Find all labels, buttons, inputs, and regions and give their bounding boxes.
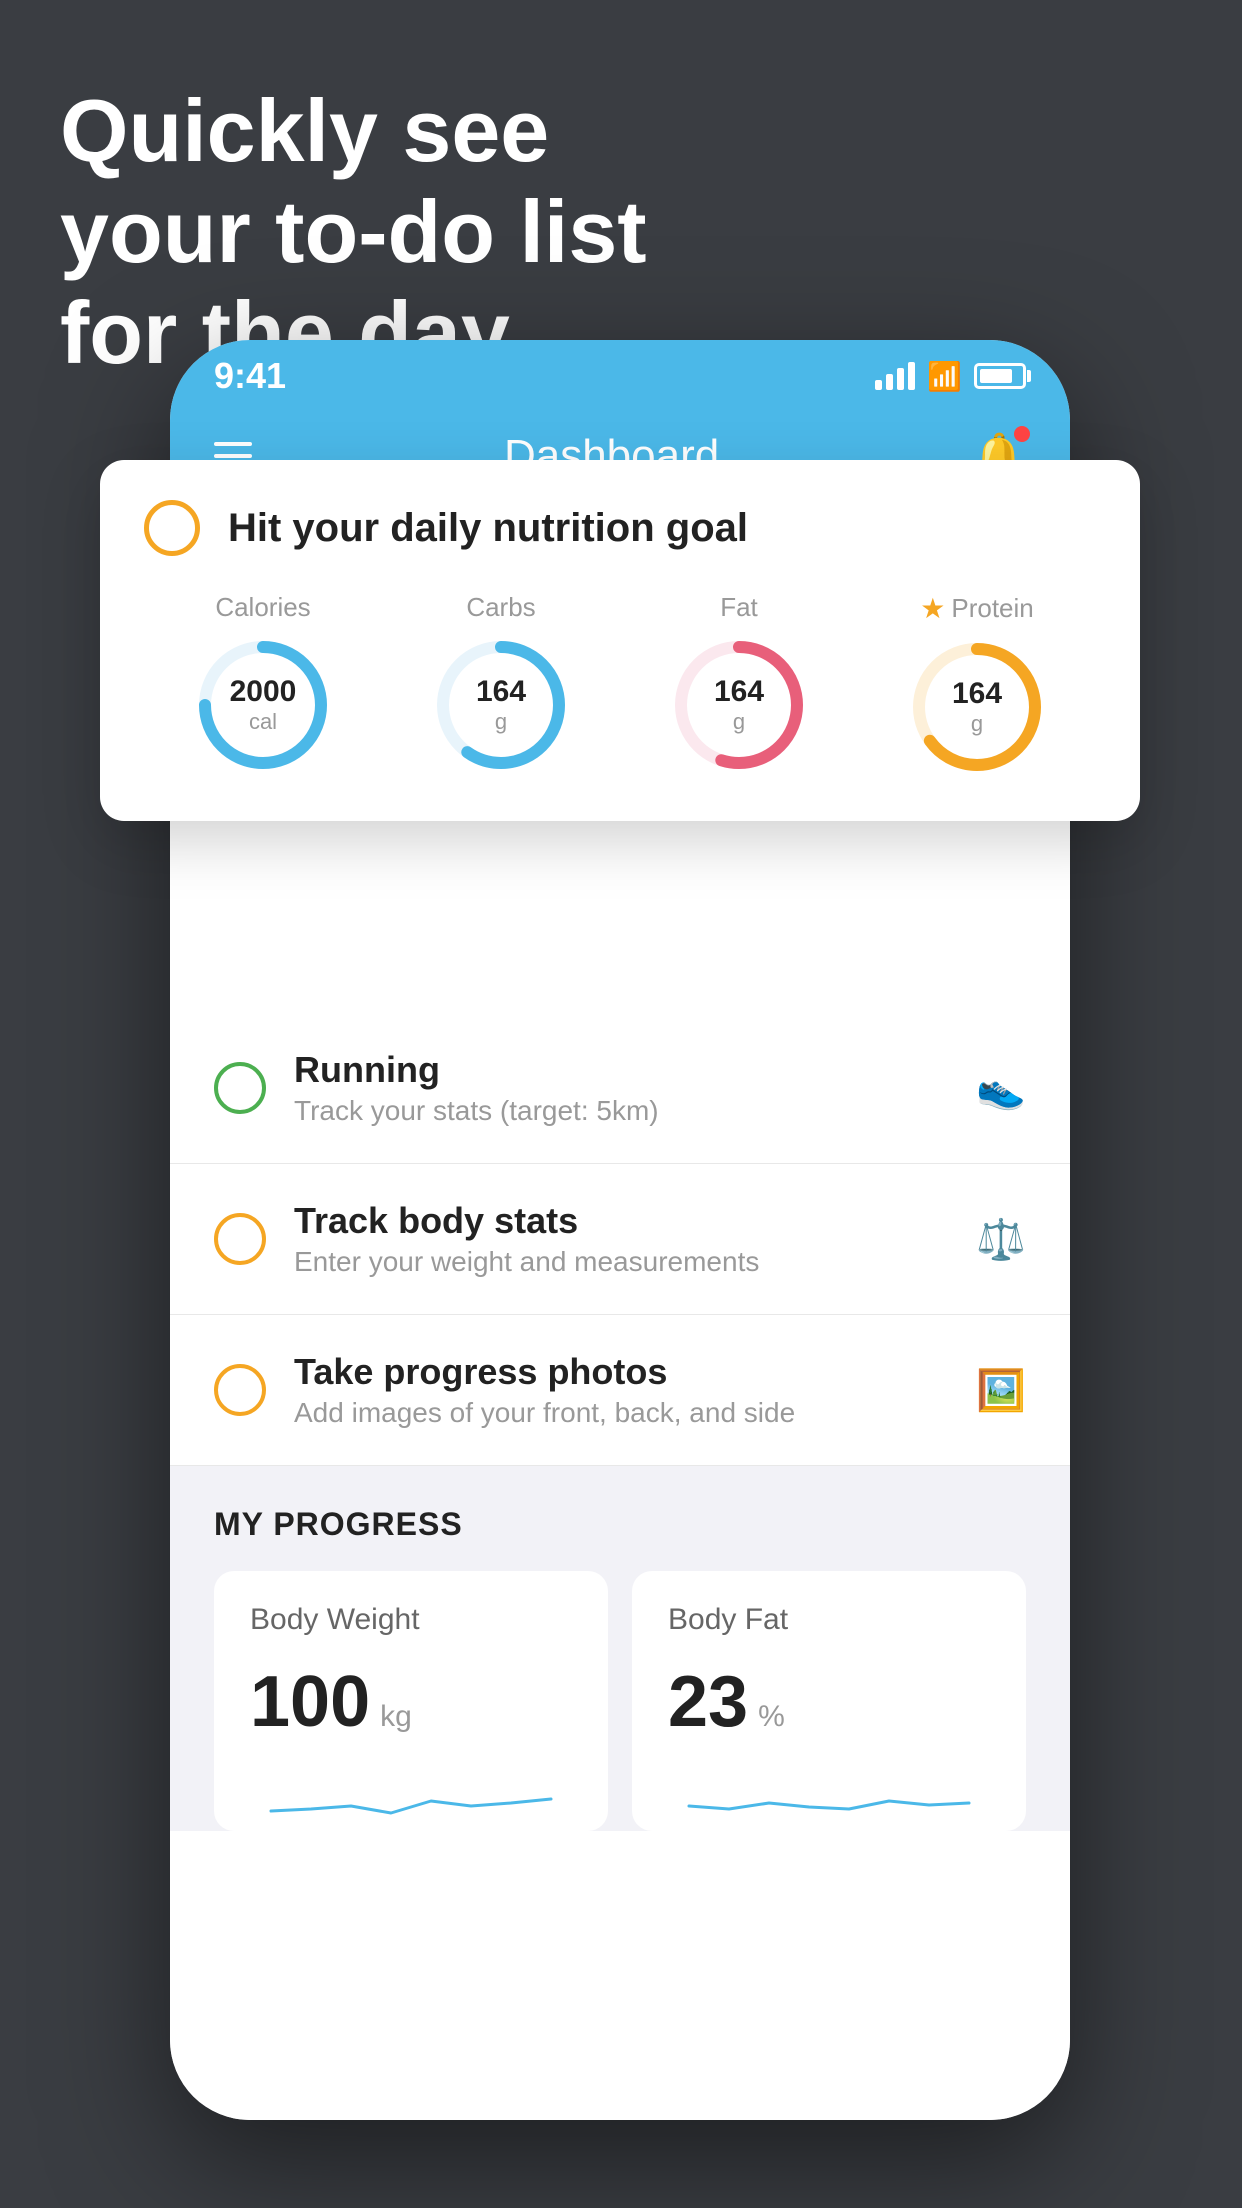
nutrition-card-title: Hit your daily nutrition goal — [228, 506, 748, 551]
body-weight-label: Body Weight — [250, 1603, 572, 1637]
carbs-donut: 164 g — [431, 635, 571, 775]
notification-dot — [1014, 426, 1030, 442]
battery-icon — [974, 363, 1026, 389]
todo-text-photos: Take progress photos Add images of your … — [294, 1351, 948, 1429]
headline-line1: Quickly see — [60, 80, 647, 181]
body-weight-chart — [250, 1771, 572, 1831]
running-shoe-icon: 👟 — [976, 1065, 1026, 1112]
todo-item-photos[interactable]: Take progress photos Add images of your … — [170, 1315, 1070, 1466]
protein-star-icon: ★ — [920, 592, 945, 625]
person-icon: 🖼️ — [976, 1367, 1026, 1414]
status-bar: 9:41 📶 — [170, 340, 1070, 412]
body-fat-chart — [668, 1771, 990, 1831]
todo-circle-body-stats — [214, 1213, 266, 1265]
calories-label: Calories — [215, 592, 310, 623]
body-fat-label: Body Fat — [668, 1603, 990, 1637]
progress-section-header: MY PROGRESS — [214, 1506, 1026, 1543]
calories-value: 2000 — [230, 675, 297, 709]
status-time: 9:41 — [214, 355, 286, 397]
todo-subtitle-photos: Add images of your front, back, and side — [294, 1397, 948, 1429]
protein-label-container: ★ Protein — [920, 592, 1034, 625]
todo-circle-running — [214, 1062, 266, 1114]
body-fat-number: 23 — [668, 1661, 748, 1743]
carbs-unit: g — [495, 709, 507, 734]
body-fat-value: 23 % — [668, 1661, 990, 1743]
progress-section: MY PROGRESS Body Weight 100 kg Body — [170, 1466, 1070, 1831]
nutrition-protein: ★ Protein 164 g — [907, 592, 1047, 777]
protein-donut: 164 g — [907, 637, 1047, 777]
nutrition-carbs: Carbs 164 g — [431, 592, 571, 775]
nutrition-fat: Fat 164 g — [669, 592, 809, 775]
carbs-value: 164 — [476, 675, 526, 709]
nutrition-card-header: Hit your daily nutrition goal — [144, 500, 1096, 556]
nutrition-card: Hit your daily nutrition goal Calories 2… — [100, 460, 1140, 821]
body-fat-chart-svg — [668, 1771, 990, 1831]
calories-donut: 2000 cal — [193, 635, 333, 775]
nutrition-check-circle — [144, 500, 200, 556]
todo-title-running: Running — [294, 1049, 948, 1091]
wifi-icon: 📶 — [927, 360, 962, 393]
carbs-label: Carbs — [466, 592, 535, 623]
todo-title-body-stats: Track body stats — [294, 1200, 948, 1242]
headline: Quickly see your to-do list for the day. — [60, 80, 647, 384]
body-weight-unit: kg — [380, 1700, 412, 1734]
body-fat-unit: % — [758, 1700, 785, 1734]
nutrition-circles: Calories 2000 cal Carbs — [144, 592, 1096, 777]
todo-text-body-stats: Track body stats Enter your weight and m… — [294, 1200, 948, 1278]
todo-subtitle-running: Track your stats (target: 5km) — [294, 1095, 948, 1127]
todo-subtitle-body-stats: Enter your weight and measurements — [294, 1246, 948, 1278]
nutrition-calories: Calories 2000 cal — [193, 592, 333, 775]
fat-value: 164 — [714, 675, 764, 709]
todo-circle-photos — [214, 1364, 266, 1416]
protein-label: Protein — [951, 593, 1033, 624]
body-weight-value: 100 kg — [250, 1661, 572, 1743]
body-fat-card[interactable]: Body Fat 23 % — [632, 1571, 1026, 1831]
todo-title-photos: Take progress photos — [294, 1351, 948, 1393]
calories-unit: cal — [249, 709, 277, 734]
protein-unit: g — [971, 711, 983, 736]
scale-icon: ⚖️ — [976, 1216, 1026, 1263]
fat-donut: 164 g — [669, 635, 809, 775]
fat-unit: g — [733, 709, 745, 734]
body-weight-number: 100 — [250, 1661, 370, 1743]
todo-text-running: Running Track your stats (target: 5km) — [294, 1049, 948, 1127]
headline-line2: your to-do list — [60, 181, 647, 282]
body-weight-card[interactable]: Body Weight 100 kg — [214, 1571, 608, 1831]
protein-value: 164 — [952, 677, 1002, 711]
todo-item-running[interactable]: Running Track your stats (target: 5km) 👟 — [170, 1013, 1070, 1164]
fat-label: Fat — [720, 592, 758, 623]
todo-item-body-stats[interactable]: Track body stats Enter your weight and m… — [170, 1164, 1070, 1315]
body-weight-chart-svg — [250, 1771, 572, 1831]
status-icons: 📶 — [875, 360, 1026, 393]
signal-icon — [875, 362, 915, 390]
todo-list: Running Track your stats (target: 5km) 👟… — [170, 1013, 1070, 1466]
progress-cards: Body Weight 100 kg Body Fat 23 — [214, 1571, 1026, 1831]
